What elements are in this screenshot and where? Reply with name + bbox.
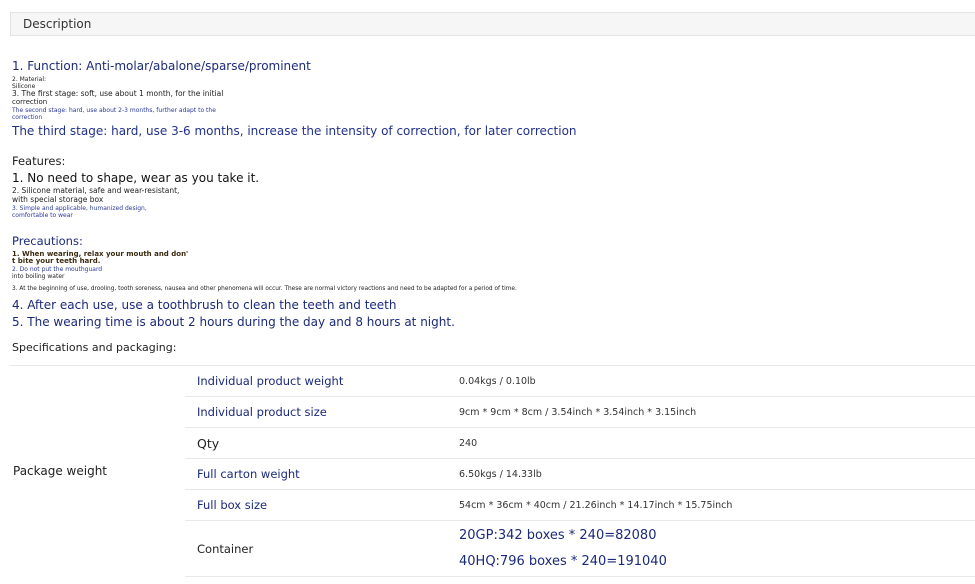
- second-stage-line-cont: correction: [12, 114, 43, 121]
- container-label: Container: [185, 520, 449, 577]
- function-line: 1. Function: Anti-molar/abalone/sparse/p…: [12, 59, 311, 73]
- container-40hq: 40HQ:796 boxes * 240=191040: [459, 553, 667, 569]
- first-stage-line-cont: correction: [12, 98, 48, 106]
- package-weight-label: Package weight: [10, 365, 185, 577]
- spec-value: 240: [449, 427, 975, 459]
- table-row: Package weight Individual product weight…: [10, 365, 975, 577]
- features-heading: Features:: [12, 154, 66, 168]
- spec-value: 54cm * 36cm * 40cm / 21.26inch * 14.17in…: [449, 489, 975, 521]
- precaution-item-1-cont: t bite your teeth hard.: [12, 257, 101, 265]
- feature-item-1: 1. No need to shape, wear as you take it…: [12, 171, 260, 185]
- precaution-item-2: 2. Do not put the mouthguard: [12, 266, 103, 273]
- feature-item-2: 2. Silicone material, safe and wear-resi…: [12, 186, 180, 195]
- spec-label: Individual product size: [185, 396, 449, 428]
- precaution-item-3: 3. At the beginning of use, drooling, to…: [12, 286, 517, 292]
- precaution-item-4: 4. After each use, use a toothbrush to c…: [12, 298, 397, 312]
- feature-item-3: 3. Simple and applicable, humanized desi…: [12, 205, 147, 212]
- spec-table: Package weight Individual product weight…: [10, 365, 975, 577]
- first-stage-line: 3. The first stage: soft, use about 1 mo…: [12, 89, 224, 98]
- precautions-heading: Precautions:: [12, 234, 83, 248]
- spec-value: 9cm * 9cm * 8cm / 3.54inch * 3.54inch * …: [449, 396, 975, 428]
- spec-label: Full carton weight: [185, 458, 449, 490]
- container-20gp: 20GP:342 boxes * 240=82080: [459, 527, 657, 543]
- spec-heading: Specifications and packaging:: [12, 341, 177, 354]
- precaution-item-2-cont: into boiling water: [12, 273, 65, 280]
- spec-value: 0.04kgs / 0.10lb: [449, 365, 975, 397]
- spec-label: Individual product weight: [185, 365, 449, 397]
- third-stage-line: The third stage: hard, use 3-6 months, i…: [12, 124, 577, 138]
- container-values: 20GP:342 boxes * 240=82080 40HQ:796 boxe…: [449, 520, 975, 577]
- spec-label: Qty: [185, 427, 449, 459]
- description-tab[interactable]: Description: [10, 12, 975, 36]
- feature-item-2-cont: with special storage box: [12, 195, 104, 204]
- precaution-item-5: 5. The wearing time is about 2 hours dur…: [12, 315, 455, 329]
- second-stage-line: The second stage: hard, use about 2-3 mo…: [12, 107, 216, 114]
- description-tab-label: Description: [23, 17, 92, 31]
- spec-label: Full box size: [185, 489, 449, 521]
- spec-value: 6.50kgs / 14.33lb: [449, 458, 975, 490]
- material-label: 2. Material:: [12, 76, 47, 83]
- feature-item-3-cont: comfortable to wear: [12, 212, 73, 219]
